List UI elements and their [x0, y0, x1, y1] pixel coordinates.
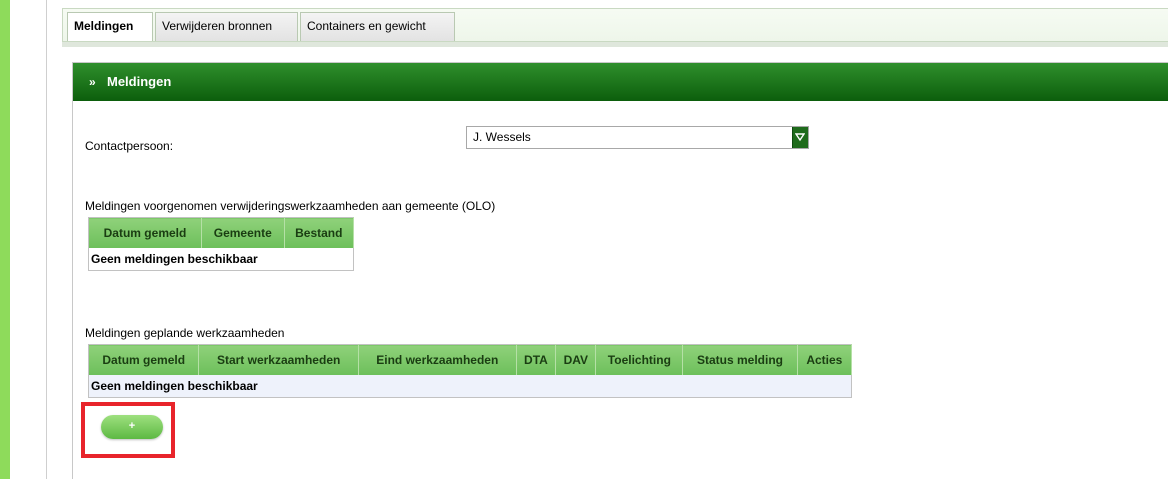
- highlight-box: [81, 402, 175, 458]
- tab-containers-en-gewicht[interactable]: Containers en gewicht: [300, 12, 455, 42]
- contact-person-select[interactable]: J. Wessels: [466, 126, 809, 149]
- table-row: Geen meldingen beschikbaar: [88, 375, 852, 398]
- column-header[interactable]: Bestand: [284, 217, 355, 248]
- empty-message: Geen meldingen beschikbaar: [88, 375, 852, 398]
- column-header[interactable]: Status melding: [682, 344, 798, 375]
- left-accent-bar: [0, 0, 10, 479]
- dropdown-arrow-icon[interactable]: [792, 127, 808, 148]
- column-header[interactable]: Acties: [797, 344, 853, 375]
- table-header-row: Datum gemeld Gemeente Bestand: [88, 217, 355, 248]
- olo-table: Datum gemeld Gemeente Bestand Geen meldi…: [88, 217, 355, 271]
- column-header[interactable]: DTA: [516, 344, 557, 375]
- tab-meldingen[interactable]: Meldingen: [67, 12, 153, 42]
- column-header[interactable]: Gemeente: [201, 217, 285, 248]
- tab-bar: Meldingen Verwijderen bronnen Containers…: [62, 8, 1168, 42]
- column-header[interactable]: Start werkzaamheden: [198, 344, 359, 375]
- olo-section-label: Meldingen voorgenomen verwijderingswerkz…: [85, 199, 496, 213]
- contact-person-value: J. Wessels: [473, 130, 531, 144]
- column-header[interactable]: Eind werkzaamheden: [358, 344, 517, 375]
- table-row: Geen meldingen beschikbaar: [88, 248, 354, 271]
- panel-header[interactable]: » Meldingen: [73, 63, 1168, 101]
- table-header-row: Datum gemeld Start werkzaamheden Eind we…: [88, 344, 853, 375]
- contact-person-label: Contactpersoon:: [85, 139, 174, 153]
- left-divider: [46, 0, 47, 479]
- column-header[interactable]: Toelichting: [595, 344, 684, 375]
- panel-title: Meldingen: [107, 74, 172, 89]
- meldingen-panel: » Meldingen Contactpersoon: J. Wessels M…: [72, 62, 1168, 479]
- column-header[interactable]: Datum gemeld: [88, 217, 202, 248]
- app-container: Meldingen Verwijderen bronnen Containers…: [62, 8, 1168, 479]
- column-header[interactable]: DAV: [555, 344, 597, 375]
- planned-work-section-label: Meldingen geplande werkzaamheden: [85, 326, 285, 340]
- column-header[interactable]: Datum gemeld: [88, 344, 200, 375]
- planned-work-table: Datum gemeld Start werkzaamheden Eind we…: [88, 344, 853, 398]
- empty-message: Geen meldingen beschikbaar: [88, 248, 354, 271]
- tab-separator: [62, 41, 1168, 47]
- double-chevron-down-icon[interactable]: »: [89, 75, 96, 89]
- tab-verwijderen-bronnen[interactable]: Verwijderen bronnen: [155, 12, 298, 42]
